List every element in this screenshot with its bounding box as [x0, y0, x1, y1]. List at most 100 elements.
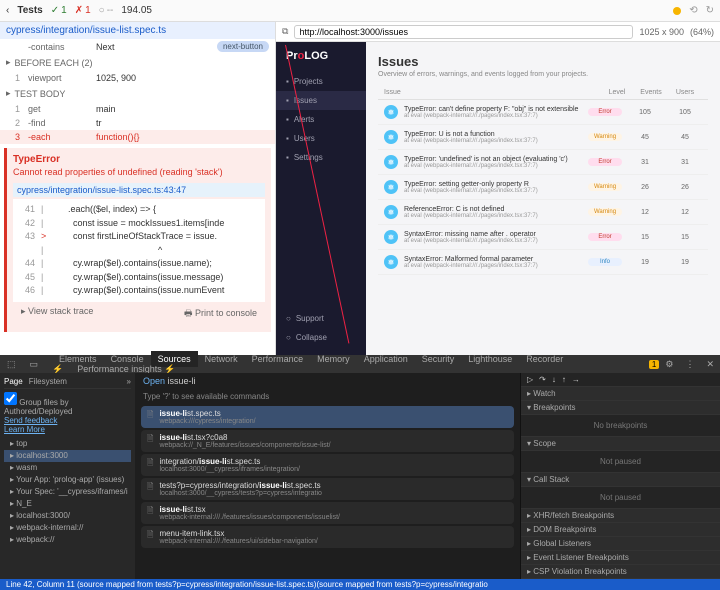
tree-item[interactable]: ▸ N_E [4, 498, 131, 510]
device-icon[interactable]: ▭ [23, 356, 46, 373]
tree-item[interactable]: ▸ localhost:3000 [4, 450, 131, 462]
view-stack-trace[interactable]: ▸ View stack trace [21, 306, 93, 322]
issue-row[interactable]: ❅ TypeError: setting getter-only propert… [378, 175, 708, 200]
file-icon: 🗎 [147, 505, 153, 521]
tests-label: Tests [17, 5, 42, 16]
cypress-toolbar: ‹ Tests ✓ 1 ✗ 1 ○ -- 194.05 ⟲ ↻ [0, 0, 720, 22]
resume-icon[interactable]: ▷ [527, 375, 533, 384]
toggle-icon[interactable]: ‹ [6, 5, 9, 16]
tree-item[interactable]: ▸ Your Spec: '__cypress/iframes/i [4, 486, 131, 498]
issue-icon: ❅ [384, 130, 398, 144]
level-badge: Warning [588, 208, 622, 216]
group-checkbox[interactable] [4, 392, 17, 405]
level-badge: Info [588, 258, 622, 266]
learn-more[interactable]: Learn More [4, 425, 45, 434]
tree-item[interactable]: ▸ localhost:3000/ [4, 510, 131, 522]
warn-count[interactable]: 1 [649, 360, 659, 369]
issue-icon: ❅ [384, 105, 398, 119]
file-result[interactable]: 🗎integration/issue-list.spec.tslocalhost… [141, 454, 514, 476]
tree-item[interactable]: ▸ webpack:// [4, 534, 131, 546]
devtools-tab[interactable]: Network [198, 351, 245, 367]
reload-icon[interactable]: ↻ [706, 5, 714, 16]
url-input[interactable] [294, 25, 633, 39]
inspect-icon[interactable]: ⬚ [0, 356, 23, 373]
gl-section[interactable]: ▸ Global Listeners [521, 537, 720, 551]
nav-users[interactable]: ▪Users [276, 129, 366, 148]
tab-filesystem[interactable]: Filesystem [29, 377, 67, 386]
before-each-header[interactable]: ▸ BEFORE EACH (2) [0, 54, 275, 71]
devtools: ⬚ ▭ ElementsConsoleSourcesNetworkPerform… [0, 355, 720, 516]
file-result[interactable]: 🗎tests?p=cypress/integration/issue-list.… [141, 478, 514, 500]
status-dot [673, 7, 681, 15]
command-log: cypress/integration/issue-list.spec.ts -… [0, 22, 276, 355]
issue-row[interactable]: ❅ TypeError: U is not a functionat eval … [378, 125, 708, 150]
watch-section[interactable]: ▸ Watch [521, 387, 720, 401]
issue-row[interactable]: ❅ SyntaxError: missing name after . oper… [378, 225, 708, 250]
file-result[interactable]: 🗎issue-list.spec.tswebpack:///cypress/in… [141, 406, 514, 428]
ext-link-icon[interactable]: ⧉ [282, 26, 288, 37]
nav-alerts[interactable]: ▪Alerts [276, 110, 366, 129]
nav-projects[interactable]: ▪Projects [276, 72, 366, 91]
xhr-bp-section[interactable]: ▸ XHR/fetch Breakpoints [521, 509, 720, 523]
devtools-tab[interactable]: Performance [245, 351, 311, 367]
issue-row[interactable]: ❅ TypeError: 'undefined' is not an objec… [378, 150, 708, 175]
ev-bp-section[interactable]: ▸ Event Listener Breakpoints [521, 551, 720, 565]
step-over-icon[interactable]: ↷ [539, 375, 546, 384]
callstack-section[interactable]: ▾ Call Stack [521, 473, 720, 487]
issue-row[interactable]: ❅ TypeError: can't define property F: "o… [378, 100, 708, 125]
debugger-pane: ▷ ↷ ↓ ↑ → ▸ Watch ▾ Breakpoints No break… [520, 373, 720, 579]
send-feedback[interactable]: Send feedback [4, 416, 57, 425]
devtools-tab[interactable]: Security [415, 351, 462, 367]
devtools-tab[interactable]: Lighthouse [461, 351, 519, 367]
more-icon[interactable]: ⋮ [679, 359, 700, 370]
step-back-icon[interactable]: ⟲ [689, 5, 697, 16]
print-to-console[interactable]: 🖶 Print to console [184, 306, 257, 322]
scope-section[interactable]: ▾ Scope [521, 437, 720, 451]
step-icon[interactable]: → [572, 375, 580, 384]
level-badge: Warning [588, 133, 622, 141]
alerts-icon: ▪ [286, 115, 289, 124]
next-badge: next-button [217, 41, 269, 52]
sources-sidebar: Page Filesystem » Group files byAuthored… [0, 373, 135, 579]
dom-bp-section[interactable]: ▸ DOM Breakpoints [521, 523, 720, 537]
nav-collapse[interactable]: ○Collapse [276, 328, 366, 347]
cmd-get[interactable]: 1getmain [0, 102, 275, 116]
cmd-find[interactable]: 2-findtr [0, 116, 275, 130]
col-events: Events [634, 89, 668, 96]
devtools-tab[interactable]: Memory [310, 351, 357, 367]
breakpoints-section[interactable]: ▾ Breakpoints [521, 401, 720, 415]
tree-item[interactable]: ▸ wasm [4, 462, 131, 474]
nav-support[interactable]: ○Support [276, 309, 366, 328]
test-body-header[interactable]: ▸ TEST BODY [0, 85, 275, 102]
tab-page[interactable]: Page [4, 377, 23, 386]
nav-settings[interactable]: ▪Settings [276, 148, 366, 167]
support-icon: ○ [286, 314, 291, 323]
page-title: Issues [378, 54, 708, 69]
devtools-tab[interactable]: Application [357, 351, 415, 367]
spec-path[interactable]: cypress/integration/issue-list.spec.ts [0, 22, 275, 39]
tree-item[interactable]: ▸ Your App: 'prolog-app' (issues) [4, 474, 131, 486]
close-icon[interactable]: ✕ [700, 359, 720, 370]
issue-row[interactable]: ❅ SyntaxError: Malformed formal paramete… [378, 250, 708, 275]
file-result[interactable]: 🗎issue-list.tsx?c0a8webpack://_N_E/featu… [141, 430, 514, 452]
step-out-icon[interactable]: ↑ [562, 375, 566, 384]
file-result[interactable]: 🗎issue-list.tsxwebpack-internal:///./fea… [141, 502, 514, 524]
open-file-bar[interactable]: Open issue-li [135, 373, 520, 389]
app-main: Issues Overview of errors, warnings, and… [366, 42, 720, 355]
cmd-viewport[interactable]: 1viewport1025, 900 [0, 71, 275, 85]
issue-row[interactable]: ❅ ReferenceError: C is not definedat eva… [378, 200, 708, 225]
gear-icon[interactable]: ⚙ [659, 359, 679, 370]
cmd-each-failed[interactable]: 3-eachfunction(){} [0, 130, 275, 144]
file-icon: 🗎 [147, 433, 153, 449]
url-bar: ⧉ 1025 x 900 (64%) [276, 22, 720, 42]
tree-item[interactable]: ▸ top [4, 438, 131, 450]
nav-issues[interactable]: ▪Issues [276, 91, 366, 110]
cmd-contains[interactable]: -containsNext next-button [0, 39, 275, 54]
csp-bp-section[interactable]: ▸ CSP Violation Breakpoints [521, 565, 720, 579]
level-badge: Error [588, 108, 622, 116]
file-result[interactable]: 🗎menu-item-link.tsxwebpack-internal:///.… [141, 526, 514, 548]
file-icon: 🗎 [147, 457, 153, 473]
step-in-icon[interactable]: ↓ [552, 375, 556, 384]
tree-item[interactable]: ▸ webpack-internal:// [4, 522, 131, 534]
error-file[interactable]: cypress/integration/issue-list.spec.ts:4… [13, 183, 265, 197]
